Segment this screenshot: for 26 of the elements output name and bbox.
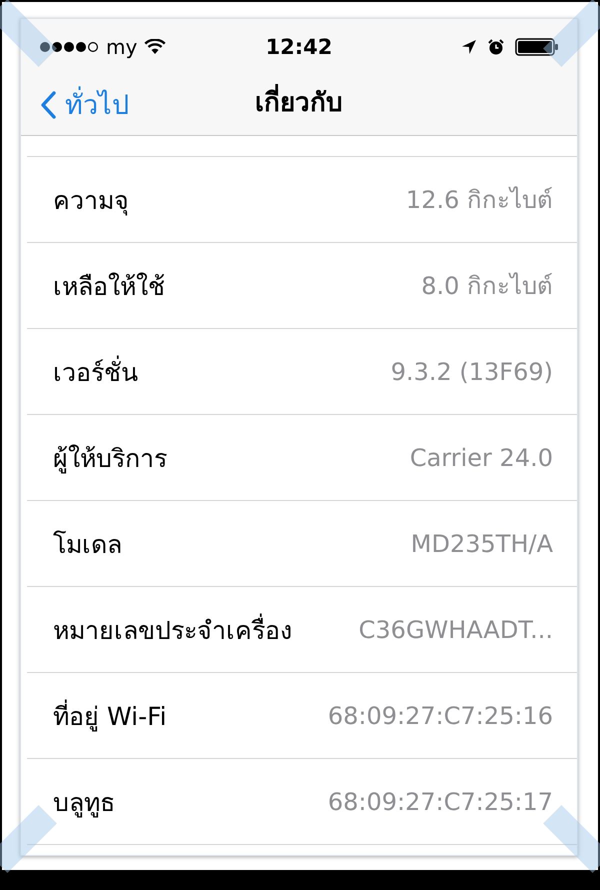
location-arrow-icon xyxy=(460,39,477,55)
row-label: ความจุ xyxy=(53,184,129,218)
row-value: 12.6 กิกะไบต์ xyxy=(406,185,553,216)
battery-icon xyxy=(514,38,559,56)
row-value: 68:09:27:C7:25:17 xyxy=(328,788,553,816)
row-label: เหลือให้ใช้ xyxy=(53,270,165,302)
row-value: C36GWHAADT... xyxy=(358,616,553,644)
row-label: โมเดล xyxy=(53,528,122,560)
chevron-left-icon xyxy=(39,90,57,120)
screen-title: เกี่ยวกับ xyxy=(255,80,343,122)
row-label: ที่อยู่ Wi-Fi xyxy=(53,698,167,734)
row-label: หมายเลขประจำเครื่อง xyxy=(53,612,292,646)
row-label: ผู้ให้บริการ xyxy=(53,442,167,476)
carrier-name: my xyxy=(106,35,138,59)
wifi-icon xyxy=(144,39,166,55)
row-value: MD235TH/A xyxy=(410,530,553,558)
row-value: 9.3.2 (13F69) xyxy=(390,358,553,386)
status-time: 12:42 xyxy=(266,35,332,59)
alarm-clock-icon xyxy=(486,38,505,56)
back-button[interactable]: ทั่วไป xyxy=(39,81,129,128)
row-label: เวอร์ชั่น xyxy=(53,354,138,388)
signal-icon xyxy=(39,41,99,53)
row-value: 8.0 กิกะไบต์ xyxy=(421,271,553,302)
row-label: บลูทูธ xyxy=(53,786,115,820)
row-value: Carrier 24.0 xyxy=(410,444,553,472)
row-value: 68:09:27:C7:25:16 xyxy=(328,702,553,730)
